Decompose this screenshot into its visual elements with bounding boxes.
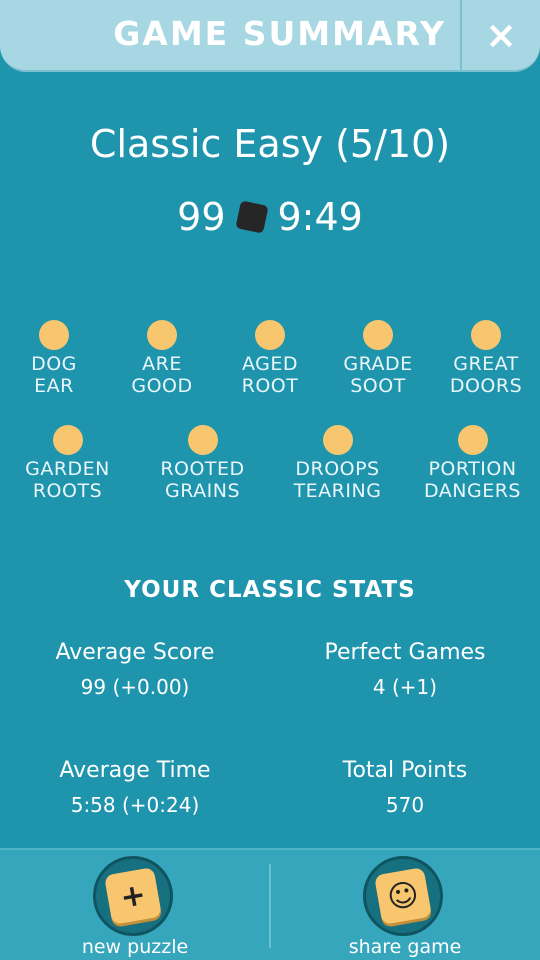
new-puzzle-icon-circle: + xyxy=(93,856,173,936)
time-value: 9:49 xyxy=(277,195,363,239)
word-line: ARE xyxy=(142,353,182,375)
dot-icon xyxy=(471,320,501,350)
header-bar: GAME SUMMARY × xyxy=(0,0,540,72)
word-line: DOG xyxy=(31,353,77,375)
share-game-label: share game xyxy=(348,936,462,958)
dot-icon xyxy=(39,320,69,350)
found-words-row-2: GARDEN ROOTS ROOTED GRAINS DROOPS TEARIN… xyxy=(0,425,540,502)
word-line: ROOTED xyxy=(160,458,245,480)
word-line: ROOT xyxy=(241,375,299,397)
new-puzzle-button[interactable]: + new puzzle xyxy=(0,850,270,960)
stats-heading: YOUR CLASSIC STATS xyxy=(124,577,416,603)
new-puzzle-label: new puzzle xyxy=(81,936,189,958)
smiley-icon: ☺ xyxy=(374,867,432,925)
page-title: GAME SUMMARY xyxy=(113,14,446,53)
word-item: AGED ROOT xyxy=(216,320,324,397)
word-line: GRAINS xyxy=(164,480,241,502)
stat-total-points: Total Points 570 xyxy=(270,758,540,817)
bottom-action-bar: + new puzzle ☺ share game xyxy=(0,848,540,960)
word-line: ROOTS xyxy=(32,480,103,502)
word-line: AGED xyxy=(241,353,299,375)
found-words-row-1: DOG EAR ARE GOOD AGED ROOT GRADE SOOT GR… xyxy=(0,320,540,397)
word-item: ARE GOOD xyxy=(108,320,216,397)
stat-average-time: Average Time 5:58 (+0:24) xyxy=(0,758,270,817)
word-line: GOOD xyxy=(131,375,193,397)
word-item: DOG EAR xyxy=(0,320,108,397)
stat-label: Average Score xyxy=(55,640,215,665)
word-line: PORTION xyxy=(428,458,517,480)
word-line: DOORS xyxy=(449,375,523,397)
stat-perfect-games: Perfect Games 4 (+1) xyxy=(270,640,540,699)
stat-label: Total Points xyxy=(342,758,468,783)
word-line: GARDEN xyxy=(25,458,110,480)
word-line: EAR xyxy=(34,375,74,397)
dot-icon xyxy=(52,425,83,455)
dot-icon xyxy=(457,425,488,455)
word-line: TEARING xyxy=(293,480,382,502)
word-item: GARDEN ROOTS xyxy=(13,425,123,502)
word-line: DANGERS xyxy=(424,480,521,502)
stat-average-score: Average Score 99 (+0.00) xyxy=(0,640,270,699)
dot-icon xyxy=(147,320,177,350)
close-icon: × xyxy=(485,13,517,57)
score-value: 99 xyxy=(177,195,226,239)
stat-value: 5:58 (+0:24) xyxy=(70,793,200,817)
word-line: DROOPS xyxy=(295,458,380,480)
word-item: GREAT DOORS xyxy=(432,320,540,397)
dot-icon xyxy=(363,320,393,350)
word-item: DROOPS TEARING xyxy=(283,425,393,502)
score-row: 99 9:49 xyxy=(0,193,540,241)
close-button[interactable]: × xyxy=(460,0,540,70)
word-line: GRADE xyxy=(343,353,413,375)
word-item: GRADE SOOT xyxy=(324,320,432,397)
word-item: PORTION DANGERS xyxy=(418,425,528,502)
word-line: GREAT xyxy=(453,353,519,375)
share-game-button[interactable]: ☺ share game xyxy=(270,850,540,960)
stat-value: 99 (+0.00) xyxy=(80,675,190,699)
plus-icon: + xyxy=(104,867,162,925)
word-item: ROOTED GRAINS xyxy=(148,425,258,502)
dot-icon xyxy=(322,425,353,455)
stat-value: 570 xyxy=(385,793,425,817)
word-line: SOOT xyxy=(350,375,406,397)
dot-icon xyxy=(187,425,218,455)
stat-label: Average Time xyxy=(59,758,211,783)
stat-value: 4 (+1) xyxy=(372,675,438,699)
stat-label: Perfect Games xyxy=(324,640,486,665)
puzzle-title: Classic Easy (5/10) xyxy=(89,122,451,166)
share-game-icon-circle: ☺ xyxy=(363,856,443,936)
dot-icon xyxy=(255,320,285,350)
square-tile-icon xyxy=(234,200,269,234)
